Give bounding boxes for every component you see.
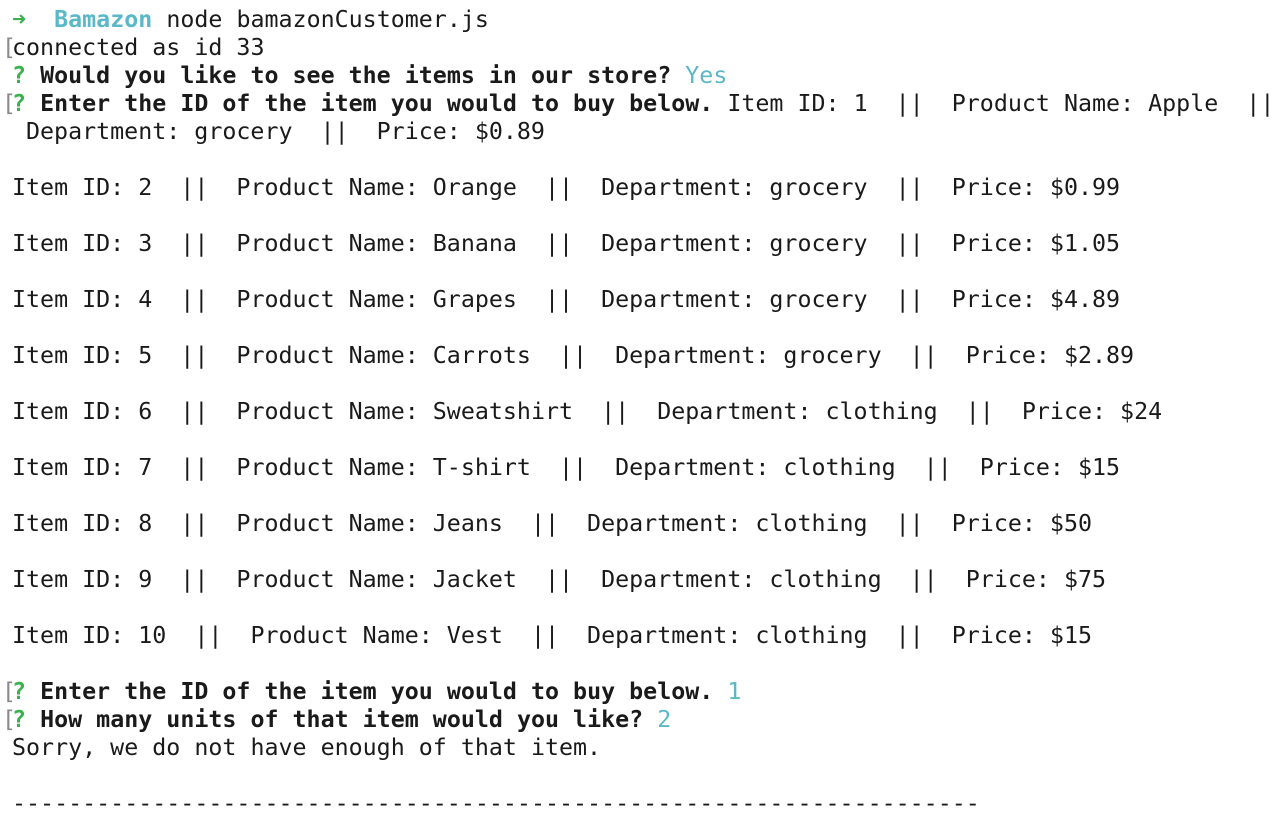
prompt-question-units: ? How many units of that item would you … (12, 706, 671, 734)
prompt-arrow-icon: ➜ (12, 6, 27, 33)
item-line: Item ID: 4 || Product Name: Grapes || De… (12, 286, 1121, 313)
question-mark-icon: ? (12, 678, 27, 705)
stock-message: Sorry, we do not have enough of that ite… (12, 734, 602, 761)
item-line-wrap: Department: grocery || Price: $0.89 (26, 118, 545, 145)
prompt-command: node bamazonCustomer.js (166, 6, 489, 33)
item-line: Item ID: 10 || Product Name: Vest || Dep… (12, 622, 1092, 649)
shell-prompt: ➜ Bamazon node bamazonCustomer.js (12, 6, 489, 34)
item-line-inline: Item ID: 1 || Product Name: Apple || (727, 90, 1275, 117)
answer-text: Yes (685, 62, 728, 89)
terminal-window[interactable]: ➜ Bamazon node bamazonCustomer.js [ conn… (0, 0, 1284, 822)
connection-status: connected as id 33 (12, 34, 265, 61)
answer-text: 1 (727, 678, 742, 705)
item-line: Item ID: 6 || Product Name: Sweatshirt |… (12, 398, 1163, 425)
item-line: Item ID: 5 || Product Name: Carrots || D… (12, 342, 1135, 369)
question-mark-icon: ? (12, 706, 27, 733)
prompt-question-item-id: ? Enter the ID of the item you would to … (12, 678, 741, 706)
question-mark-icon: ? (12, 62, 27, 89)
question-text: Enter the ID of the item you would to bu… (40, 90, 714, 117)
question-text: Would you like to see the items in our s… (40, 62, 672, 89)
prompt-directory: Bamazon (54, 6, 153, 33)
item-line: Item ID: 2 || Product Name: Orange || De… (12, 174, 1121, 201)
item-line: Item ID: 7 || Product Name: T-shirt || D… (12, 454, 1121, 481)
item-line: Item ID: 8 || Product Name: Jeans || Dep… (12, 510, 1092, 537)
question-mark-icon: ? (12, 90, 27, 117)
prompt-question-see-items: ? Would you like to see the items in our… (12, 62, 727, 90)
separator-line: ----------------------------------------… (12, 790, 980, 817)
item-line: Item ID: 3 || Product Name: Banana || De… (12, 230, 1121, 257)
answer-text: 2 (657, 706, 672, 733)
question-text: How many units of that item would you li… (40, 706, 644, 733)
item-line: Item ID: 9 || Product Name: Jacket || De… (12, 566, 1107, 593)
prompt-question-enter-id: ? Enter the ID of the item you would to … (12, 90, 1274, 118)
question-text: Enter the ID of the item you would to bu… (40, 678, 714, 705)
